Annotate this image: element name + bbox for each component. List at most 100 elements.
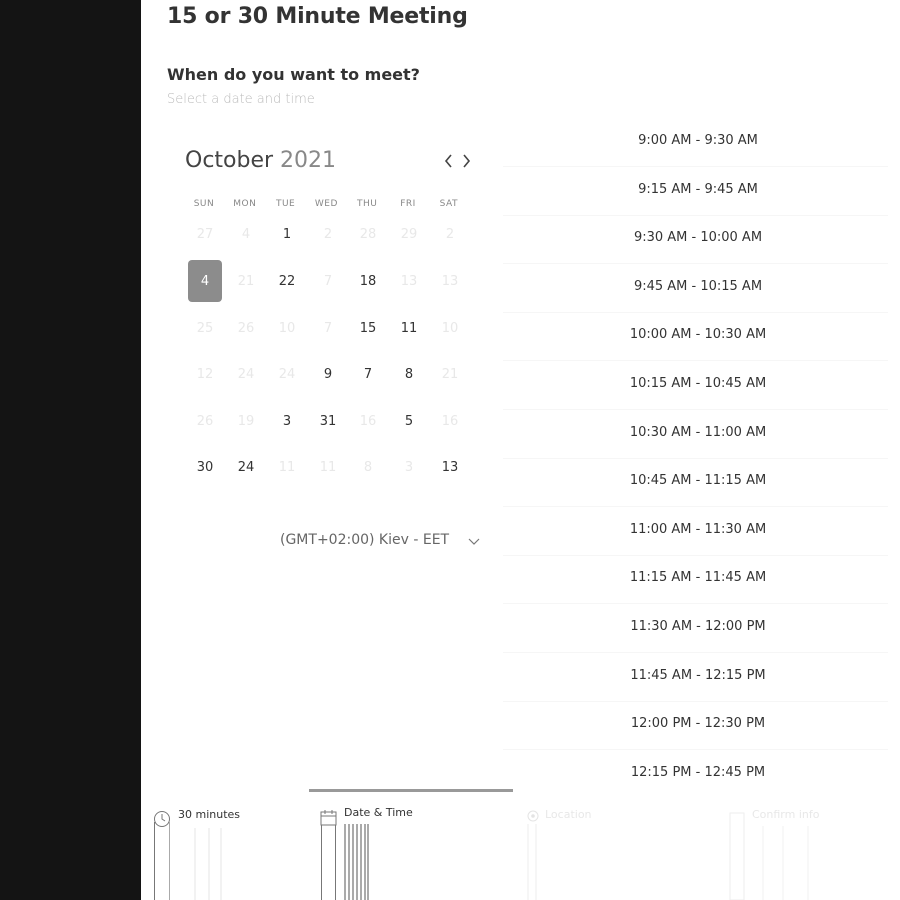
time-slot-divider: [503, 311, 888, 313]
calendar-day-cell: 28: [359, 226, 377, 242]
calendar-day-cell: 25: [196, 320, 214, 336]
time-slot-divider: [503, 700, 888, 702]
calendar-day-cell: 10: [441, 320, 459, 336]
time-slot-button[interactable]: 12:15 PM - 12:45 PM: [503, 762, 893, 784]
time-slot-divider: [503, 214, 888, 216]
time-slot-button[interactable]: 12:00 PM - 12:30 PM: [503, 713, 893, 735]
step-duration-bars: [194, 828, 222, 900]
calendar-day-cell: 4: [241, 226, 251, 242]
calendar-day-cell[interactable]: 31: [311, 400, 345, 442]
calendar-day-cell: 7: [323, 273, 333, 289]
calendar-day-cell[interactable]: 3: [270, 400, 304, 442]
calendar-day-cell: 24: [278, 366, 296, 382]
weekday-label: THU: [357, 199, 378, 209]
calendar-day-cell[interactable]: 22: [270, 260, 304, 302]
calendar-day-cell: 16: [359, 413, 377, 429]
time-slot-divider: [503, 457, 888, 459]
month-label: October: [185, 148, 274, 173]
next-month-button[interactable]: [459, 151, 473, 171]
weekday-label: WED: [314, 199, 338, 209]
calendar-day-cell[interactable]: 18: [351, 260, 385, 302]
step-datetime-label: Date & Time: [344, 806, 413, 819]
calendar-day-cell: 2: [445, 226, 455, 242]
time-slot-divider: [503, 603, 888, 605]
time-slot-button[interactable]: 11:30 AM - 12:00 PM: [503, 616, 893, 638]
calendar-day-cell[interactable]: 9: [311, 353, 345, 395]
calendar-day-cell: 3: [404, 459, 414, 475]
calendar-day-cell: 21: [441, 366, 459, 382]
clock-icon: [154, 811, 170, 900]
weekday-label: FRI: [400, 199, 416, 209]
step-location-label: Location: [545, 808, 592, 821]
time-slot-list: 9:00 AM - 9:30 AM 9:15 AM - 9:45 AM 9:30 A…: [503, 118, 888, 788]
time-slot-divider: [503, 749, 888, 751]
calendar-day-cell[interactable]: 11: [392, 307, 426, 349]
time-slot-button[interactable]: 10:30 AM - 11:00 AM: [503, 422, 893, 444]
calendar-day-cell: 21: [237, 273, 255, 289]
calendar-day-cell: 27: [196, 226, 214, 242]
calendar-icon: [320, 810, 337, 900]
calendar-day-cell: 24: [237, 366, 255, 382]
step-confirm-bars: [762, 826, 809, 900]
calendar-day-cell: 26: [196, 413, 214, 429]
time-slot-button[interactable]: 11:00 AM - 11:30 AM: [503, 519, 893, 541]
step-confirm-label: Confirm info: [752, 808, 820, 821]
calendar-day-cell[interactable]: 15: [351, 307, 385, 349]
step-progress-indicator: [309, 789, 513, 792]
time-slot-divider: [503, 263, 888, 265]
calendar-day-cell: 11: [278, 459, 296, 475]
calendar-day-cell[interactable]: 24: [229, 446, 263, 488]
page-title: 15 or 30 Minute Meeting: [167, 4, 468, 29]
calendar-day-cell[interactable]: 7: [351, 353, 385, 395]
time-slot-divider: [503, 360, 888, 362]
calendar-day-cell: 2: [323, 226, 333, 242]
weekday-label: TUE: [275, 199, 296, 209]
time-slot-button[interactable]: 9:45 AM - 10:15 AM: [503, 276, 893, 298]
time-slot-button[interactable]: 9:15 AM - 9:45 AM: [503, 179, 893, 201]
calendar-day-cell: 8: [363, 459, 373, 475]
time-slot-button[interactable]: 11:15 AM - 11:45 AM: [503, 567, 893, 589]
time-slot-divider: [503, 409, 888, 410]
calendar-day-cell[interactable]: 5: [392, 400, 426, 442]
calendar-day-cell: 19: [237, 413, 255, 429]
weekday-header: SUN MON TUE WED THU FRI SAT: [184, 199, 474, 211]
chevron-down-icon[interactable]: [467, 536, 481, 548]
chevron-right-icon: [462, 154, 470, 168]
time-slot-divider: [503, 652, 888, 653]
calendar-day-cell: 29: [400, 226, 418, 242]
selected-day-cell[interactable]: 4: [188, 260, 222, 302]
time-slot-button[interactable]: 11:45 AM - 12:15 PM: [503, 665, 893, 687]
calendar-day-cell: 26: [237, 320, 255, 336]
prev-month-button[interactable]: [441, 151, 455, 171]
calendar-day-cell[interactable]: 1: [270, 213, 304, 255]
calendar-day-cell: 16: [441, 413, 459, 429]
time-slot-button[interactable]: 9:30 AM - 10:00 AM: [503, 227, 893, 249]
year-label: 2021: [280, 148, 337, 173]
weekday-label: SUN: [193, 199, 215, 209]
scheduler-panel: 15 or 30 Minute Meeting When do you want…: [141, 0, 900, 900]
chevron-left-icon: [444, 154, 452, 168]
time-slot-button[interactable]: 10:15 AM - 10:45 AM: [503, 373, 893, 395]
form-icon: [729, 812, 745, 900]
calendar-day-cell: 7: [323, 320, 333, 336]
calendar-day-cell[interactable]: 13: [433, 446, 467, 488]
time-slot-button[interactable]: 10:45 AM - 11:15 AM: [503, 470, 893, 492]
calendar-day-cell[interactable]: 8: [392, 353, 426, 395]
time-slot-button[interactable]: 10:00 AM - 10:30 AM: [503, 324, 893, 346]
calendar-day-cell[interactable]: 30: [188, 446, 222, 488]
select-hint: Select a date and time: [167, 92, 315, 107]
calendar-day-cell: 10: [278, 320, 296, 336]
time-slot-divider: [503, 554, 888, 556]
location-pin-icon: [527, 810, 539, 900]
calendar-day-cell: 12: [196, 366, 214, 382]
dark-sidebar: [0, 0, 141, 900]
step-datetime-bars: [344, 824, 369, 900]
time-slot-divider: [503, 166, 888, 167]
time-slot-button[interactable]: 9:00 AM - 9:30 AM: [503, 130, 893, 152]
timezone-select[interactable]: (GMT+02:00) Kiev - EET: [280, 532, 449, 548]
calendar-day-cell: 13: [441, 273, 459, 289]
calendar-day-cell: 11: [319, 459, 337, 475]
weekday-label: SAT: [439, 199, 458, 209]
month-year-label: October 2021: [185, 148, 336, 173]
weekday-label: MON: [233, 199, 257, 209]
